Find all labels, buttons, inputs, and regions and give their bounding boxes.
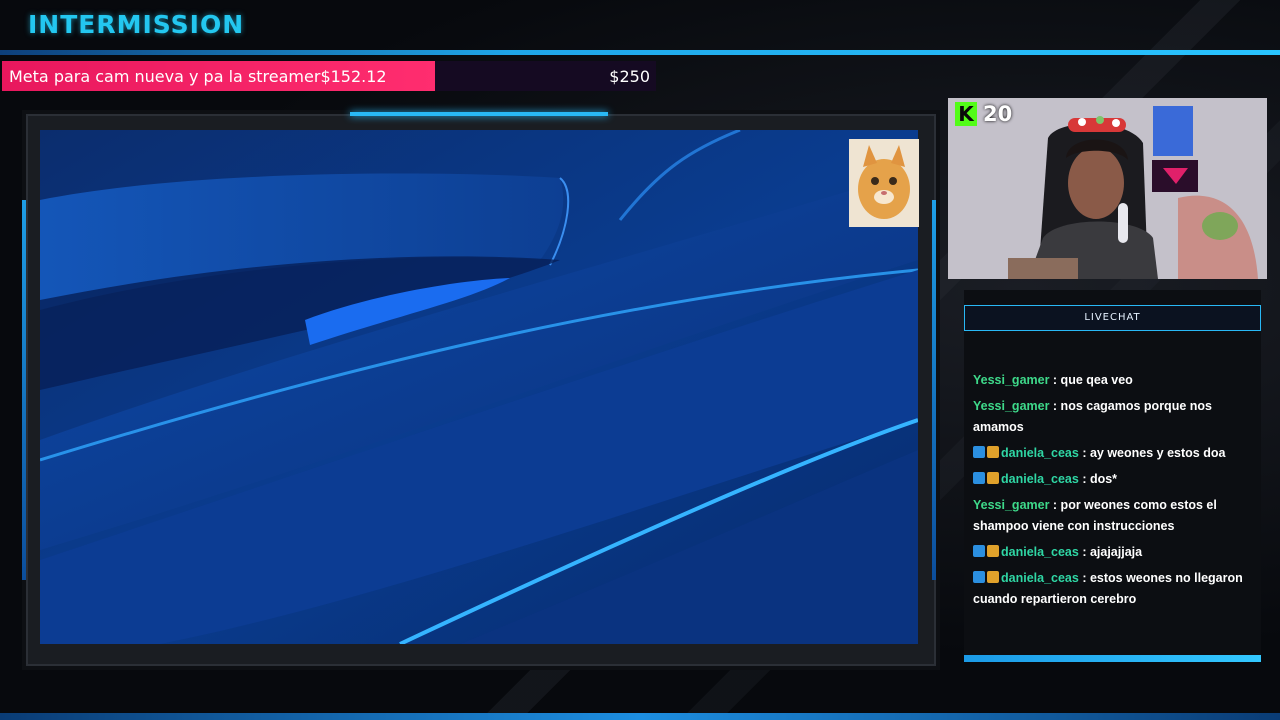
chat-username[interactable]: daniela_ceas [1001,446,1079,460]
goal-current-amount: $152.12 [320,67,387,86]
chat-username[interactable]: daniela_ceas [1001,571,1079,585]
intermission-screen [40,130,918,644]
chat-message: Yessi_gamer : por weones como estos el s… [973,495,1265,537]
blue-wave-wallpaper [40,130,918,644]
chat-text: : que qea veo [1049,373,1133,387]
top-accent-line [0,50,1280,55]
crown-badge-icon [987,545,999,557]
page-title: INTERMISSION [28,10,245,39]
frame-accent [350,112,608,116]
viewer-count: 20 [983,102,1013,126]
chat-username[interactable]: daniela_ceas [1001,545,1079,559]
viewer-count-badge: K 20 [955,102,1012,126]
chat-header: LIVECHAT [964,305,1261,331]
verified-badge-icon [973,472,985,484]
chat-message: daniela_ceas : ay weones y estos doa [973,443,1265,464]
goal-title: Meta para cam nueva y pa la streamer [9,67,321,86]
crown-badge-icon [987,472,999,484]
verified-badge-icon [973,571,985,583]
chat-message: daniela_ceas : dos* [973,469,1265,490]
goal-label: Meta para cam nueva y pa la streamer$152… [9,67,387,86]
chat-text: : dos* [1078,472,1118,486]
chat-bottom-accent [964,655,1261,662]
chat-username[interactable]: Yessi_gamer [973,399,1049,413]
crown-badge-icon [987,571,999,583]
chat-text: : ay weones y estos doa [1078,446,1226,460]
verified-badge-icon [973,446,985,458]
verified-badge-icon [973,545,985,557]
chat-username[interactable]: Yessi_gamer [973,373,1049,387]
bottom-accent-line [0,713,1280,720]
chat-message: daniela_ceas : estos weones no llegaron … [973,568,1265,610]
frame-side-left [22,200,26,580]
donation-goal-bar: Meta para cam nueva y pa la streamer$152… [2,61,656,91]
chat-username[interactable]: daniela_ceas [1001,472,1079,486]
goal-target-amount: $250 [609,67,650,86]
chat-message-list[interactable]: Yessi_gamer : que qea veo Yessi_gamer : n… [973,372,1265,652]
cat-webcam-overlay [849,139,919,227]
chat-message: daniela_ceas : ajajajjaja [973,542,1265,563]
cat-image [849,139,919,227]
chat-message: Yessi_gamer : nos cagamos porque nos ama… [973,396,1265,438]
kick-icon: K [955,102,977,126]
frame-side-right [932,200,936,580]
chat-username[interactable]: Yessi_gamer [973,498,1049,512]
crown-badge-icon [987,446,999,458]
chat-text: : ajajajjaja [1078,545,1143,559]
chat-message: Yessi_gamer : que qea veo [973,372,1265,391]
